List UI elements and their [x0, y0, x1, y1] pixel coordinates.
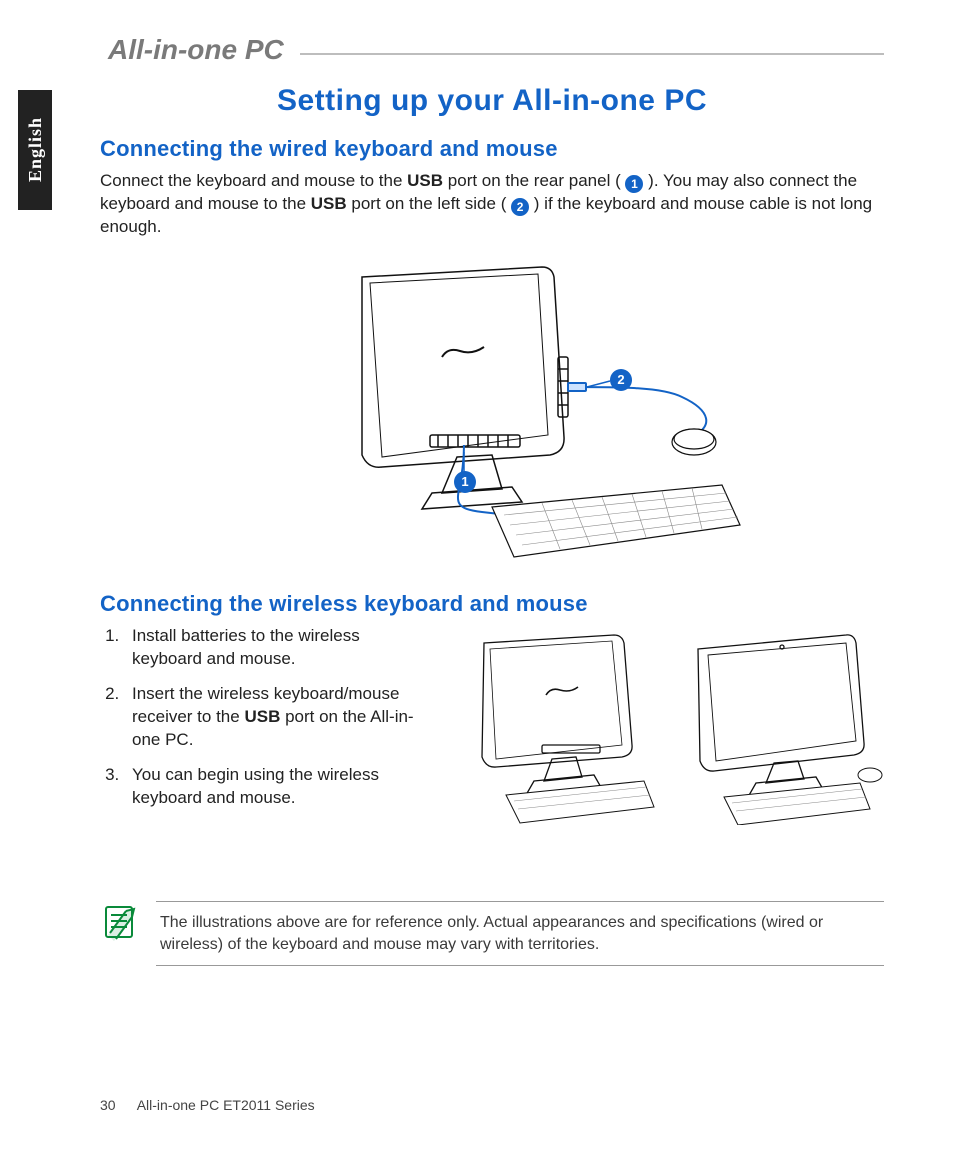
page-number: 30: [100, 1097, 116, 1113]
list-item: Insert the wireless keyboard/mouse recei…: [124, 683, 430, 752]
monitor-rear-illustration: [242, 257, 742, 567]
note-box: The illustrations above are for referenc…: [100, 895, 884, 966]
manual-page: All-in-one PC English Setting up your Al…: [0, 0, 954, 1155]
monitor-rear-small-illustration: [454, 625, 664, 825]
doc-title: All-in-one PC ET2011 Series: [137, 1097, 315, 1113]
section2-row: Install batteries to the wireless keyboa…: [100, 625, 884, 825]
section1-paragraph: Connect the keyboard and mouse to the US…: [100, 170, 884, 239]
callout-badge-1: 1: [625, 175, 643, 193]
text: port on the left side (: [347, 194, 511, 213]
note-text: The illustrations above are for referenc…: [156, 901, 884, 966]
page-title: Setting up your All-in-one PC: [100, 84, 884, 118]
page-footer: 30 All-in-one PC ET2011 Series: [100, 1097, 315, 1113]
usb-label: USB: [407, 171, 443, 190]
list-item: Install batteries to the wireless keyboa…: [124, 625, 430, 671]
wireless-steps-list: Install batteries to the wireless keyboa…: [100, 625, 430, 822]
illus-callout-2: 2: [610, 369, 632, 391]
wireless-illustrations: [454, 625, 884, 825]
step-text: Install batteries to the wireless keyboa…: [132, 626, 360, 668]
usb-label: USB: [311, 194, 347, 213]
language-label: English: [25, 117, 46, 182]
illus-callout-1: 1: [454, 471, 476, 493]
header-rule: All-in-one PC: [100, 40, 884, 66]
callout-badge-2: 2: [511, 198, 529, 216]
brand-label: All-in-one PC: [106, 34, 294, 66]
text: port on the rear panel (: [443, 171, 625, 190]
step-text: You can begin using the wireless keyboar…: [132, 765, 379, 807]
text: Connect the keyboard and mouse to the: [100, 171, 407, 190]
monitor-front-small-illustration: [674, 625, 884, 825]
header-rule-line: [300, 53, 884, 55]
list-item: You can begin using the wireless keyboar…: [124, 764, 430, 810]
note-icon: [100, 901, 140, 941]
wired-illustration: 1 2: [242, 257, 742, 567]
section2-heading: Connecting the wireless keyboard and mou…: [100, 591, 884, 617]
language-tab: English: [18, 90, 52, 210]
usb-label: USB: [244, 707, 280, 726]
section1-heading: Connecting the wired keyboard and mouse: [100, 136, 884, 162]
